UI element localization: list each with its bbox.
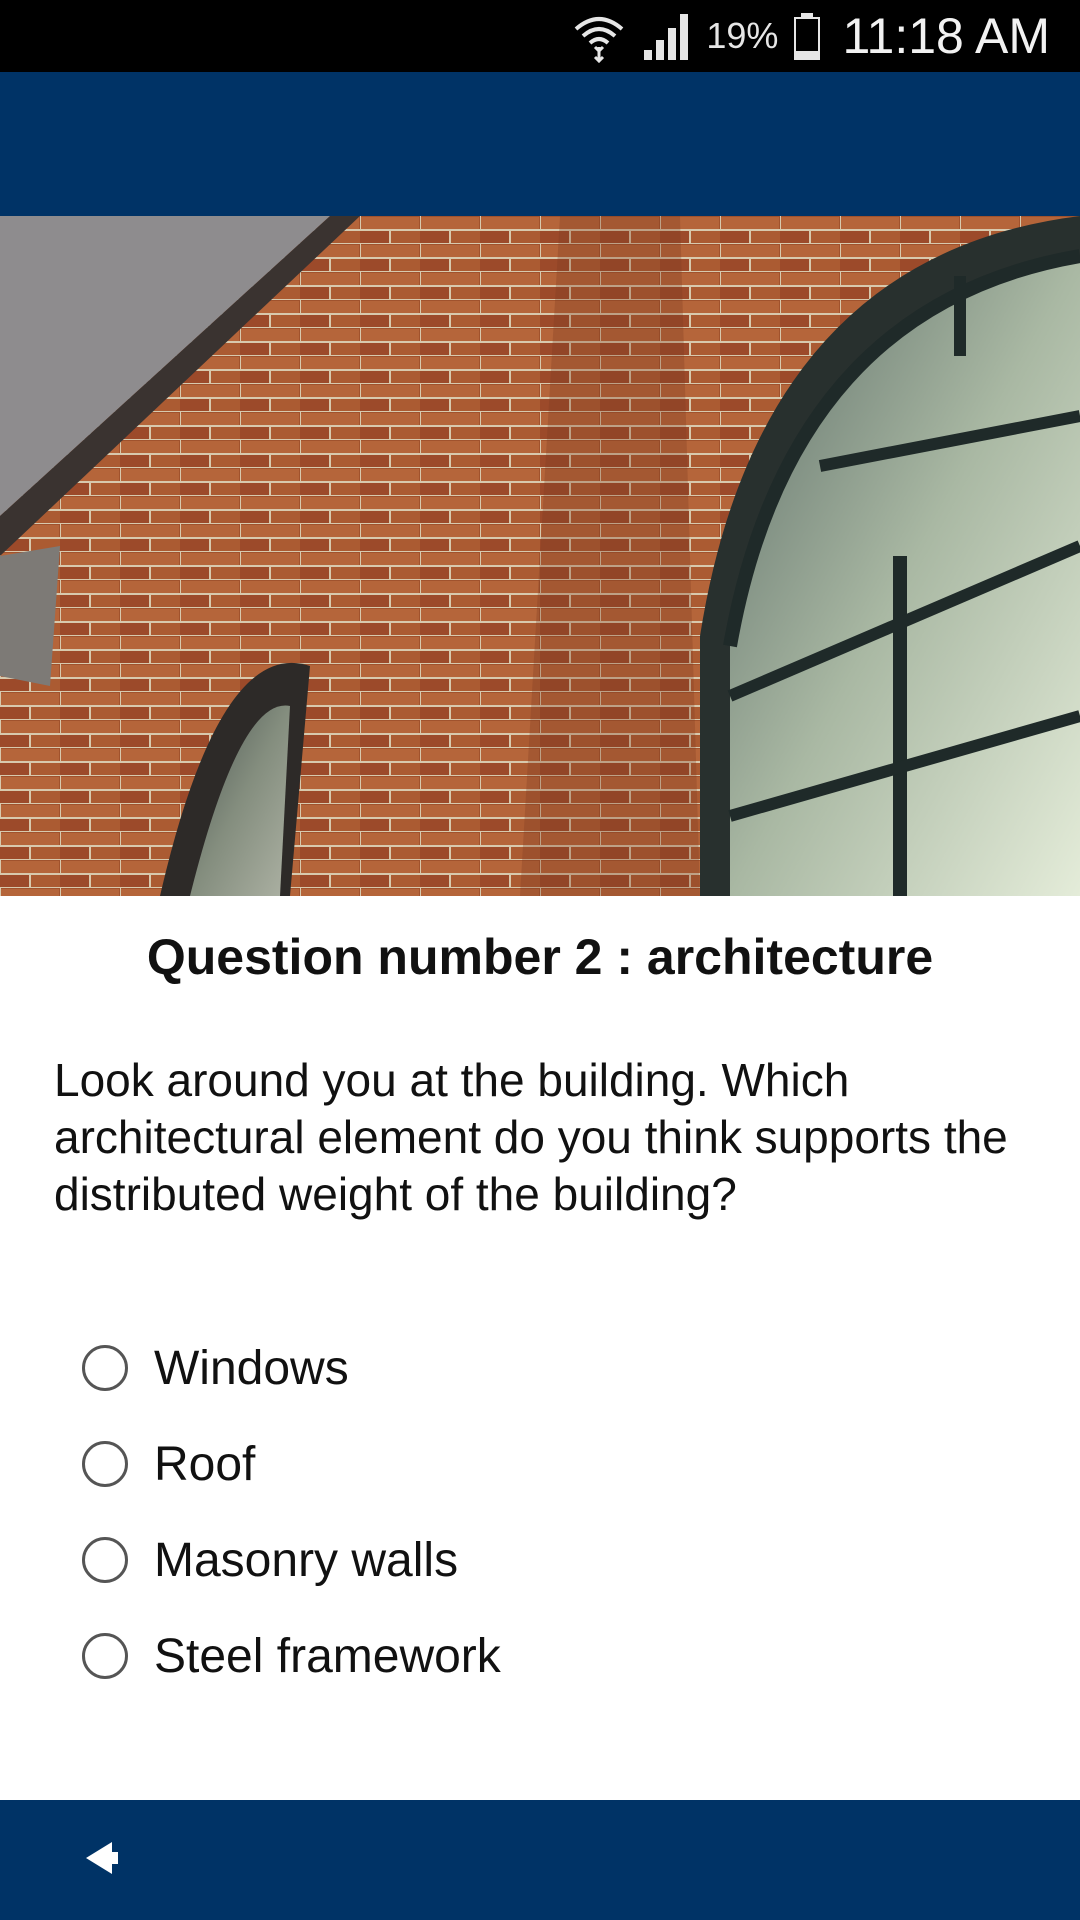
status-bar: 19% 11:18 AM <box>0 0 1080 72</box>
app-bar <box>0 72 1080 216</box>
back-arrow-icon <box>82 1838 122 1883</box>
radio-button[interactable] <box>82 1537 128 1583</box>
option-roof[interactable]: Roof <box>82 1416 501 1512</box>
signal-icon <box>640 10 692 62</box>
question-title: Question number 2 : architecture <box>146 929 934 985</box>
answer-options: Windows Roof Masonry walls Steel framewo… <box>82 1320 501 1704</box>
battery-icon <box>792 11 822 61</box>
wifi-icon <box>572 9 626 63</box>
option-windows[interactable]: Windows <box>82 1320 501 1416</box>
question-text: Look around you at the building. Which a… <box>54 1054 1008 1220</box>
option-label: Roof <box>154 1437 256 1491</box>
radio-button[interactable] <box>82 1633 128 1679</box>
radio-button[interactable] <box>82 1441 128 1487</box>
option-label: Steel framework <box>154 1629 501 1683</box>
option-masonry-walls[interactable]: Masonry walls <box>82 1512 501 1608</box>
option-steel-framework[interactable]: Steel framework <box>82 1608 501 1704</box>
back-button[interactable] <box>70 1828 134 1892</box>
bottom-bar <box>0 1800 1080 1920</box>
battery-percent: 19% <box>706 15 779 56</box>
radio-button[interactable] <box>82 1345 128 1391</box>
brick-building-photo <box>0 216 1080 896</box>
clock: 11:18 AM <box>842 8 1050 64</box>
option-label: Masonry walls <box>154 1533 459 1587</box>
option-label: Windows <box>154 1341 349 1395</box>
hero-image <box>0 216 1080 896</box>
